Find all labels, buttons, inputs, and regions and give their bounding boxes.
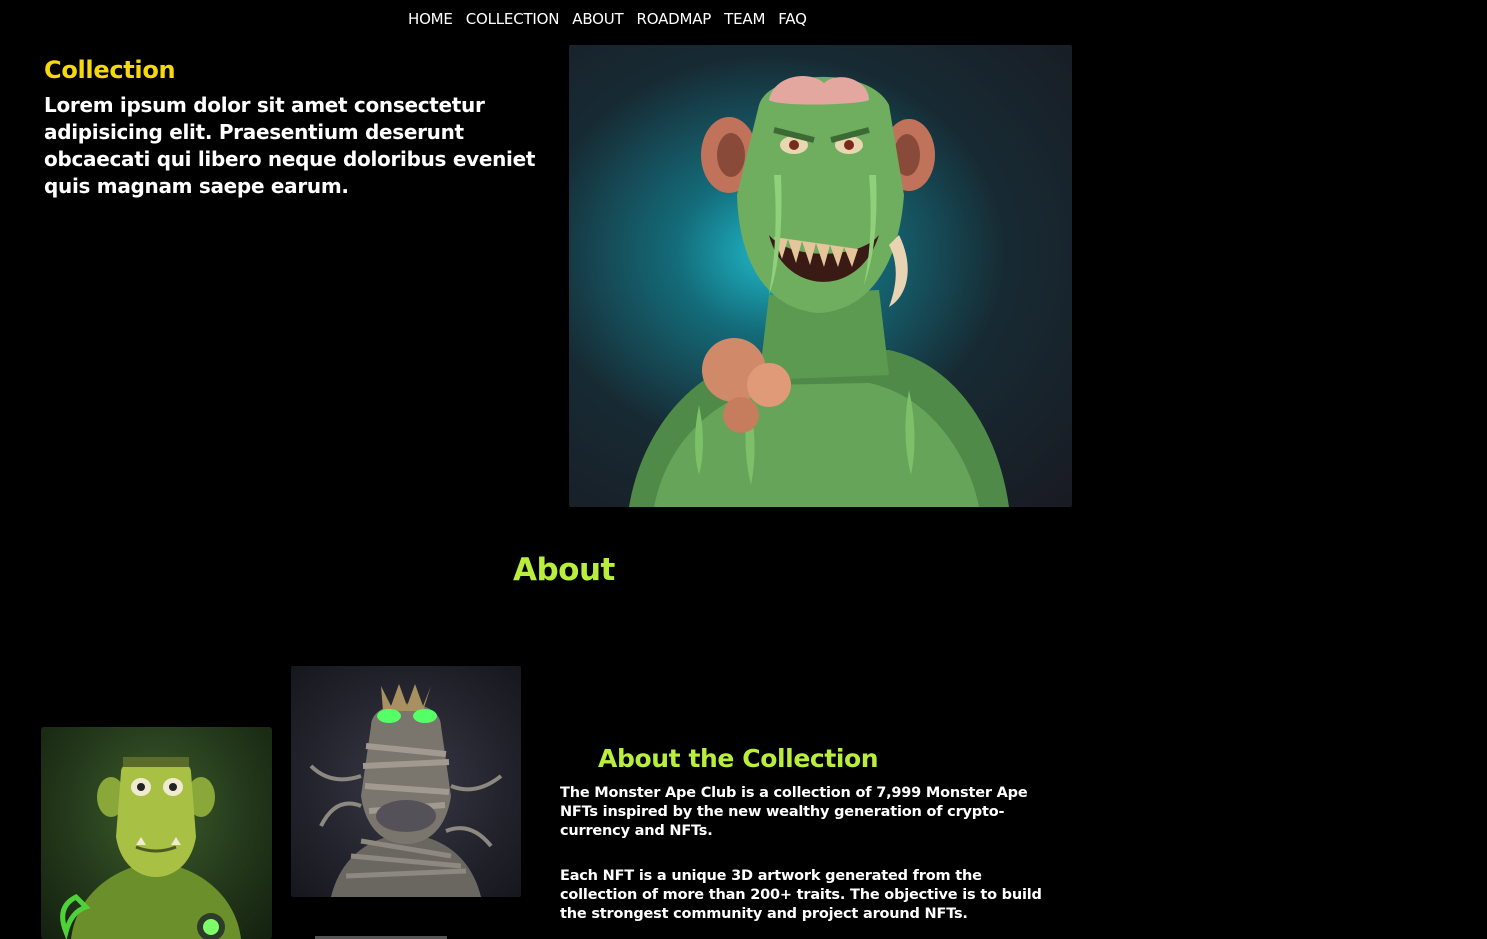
about-paragraph-1: The Monster Ape Club is a collection of … — [560, 785, 1028, 839]
about-collection-heading: About the Collection — [598, 744, 879, 773]
mummy-ape-image — [291, 666, 521, 897]
mummy-ape-illustration — [309, 684, 503, 897]
collection-description: Lorem ipsum dolor sit amet consectetur a… — [44, 93, 536, 198]
nav-home[interactable]: HOME — [408, 10, 453, 28]
page: HOME COLLECTION ABOUT ROADMAP TEAM FAQ C… — [0, 0, 1487, 939]
main-nav: HOME COLLECTION ABOUT ROADMAP TEAM FAQ — [408, 10, 820, 28]
nav-team[interactable]: TEAM — [724, 10, 765, 28]
nav-collection[interactable]: COLLECTION — [466, 10, 560, 28]
frankenstein-ape-image — [41, 727, 272, 939]
collection-heading: Collection — [44, 56, 176, 84]
slime-ape-illustration — [629, 76, 1009, 507]
nav-roadmap[interactable]: ROADMAP — [637, 10, 712, 28]
hero-monster-ape-image — [569, 45, 1072, 507]
nav-faq[interactable]: FAQ — [778, 10, 807, 28]
about-paragraph-2: Each NFT is a unique 3D artwork generate… — [560, 868, 1042, 922]
about-heading: About — [513, 552, 615, 588]
nav-about[interactable]: ABOUT — [572, 10, 623, 28]
frankenstein-ape-illustration — [60, 757, 241, 939]
